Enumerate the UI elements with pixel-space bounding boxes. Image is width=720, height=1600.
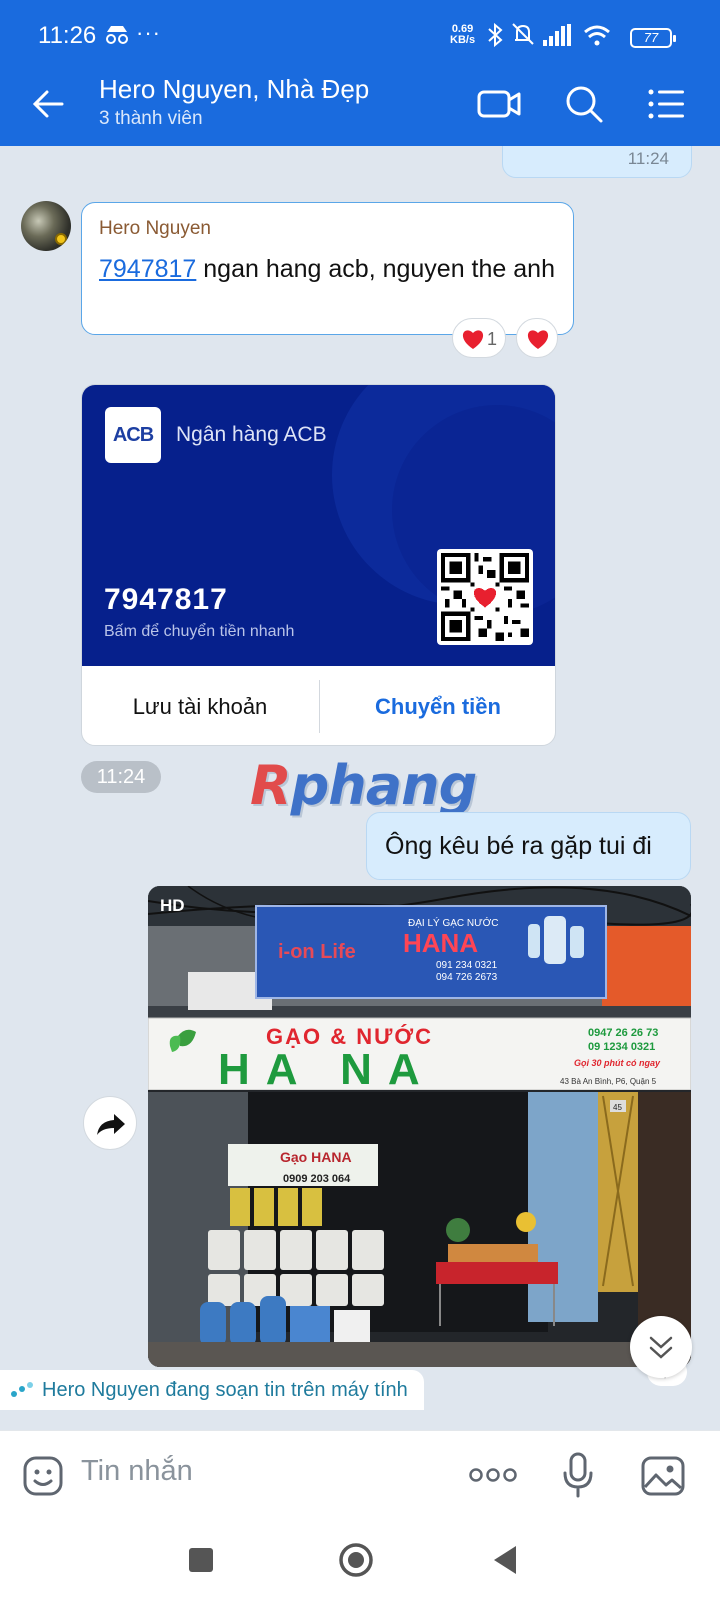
heart-icon	[527, 330, 549, 349]
microphone-icon[interactable]	[562, 1451, 594, 1499]
message-list[interactable]: 11:24 Hero Nguyen 7947817 ngan hang acb,…	[0, 146, 720, 1430]
svg-text:HANA: HANA	[403, 928, 478, 958]
svg-text:i-on Life: i-on Life	[278, 941, 356, 963]
photo-message[interactable]: i-on Life ĐẠI LÝ GẠC NƯỚC HANA 091 234 0…	[148, 886, 691, 1367]
more-options-icon[interactable]	[468, 1463, 518, 1487]
svg-text:09 1234 0321: 09 1234 0321	[588, 1041, 655, 1053]
back-button[interactable]	[490, 1540, 520, 1580]
message-composer: Tin nhắn	[0, 1430, 720, 1520]
qr-code[interactable]	[437, 549, 533, 645]
status-bar: 11:26 ··· 0.69 KB/s 77	[0, 0, 720, 62]
sender-name: Hero Nguyen	[99, 218, 211, 239]
network-speed: 0.69 KB/s	[450, 23, 476, 46]
double-chevron-down-icon	[649, 1336, 673, 1359]
react-button[interactable]	[516, 318, 558, 358]
signal-icon	[543, 24, 571, 46]
battery-indicator: 77	[630, 28, 676, 48]
svg-text:0909 203 064: 0909 203 064	[283, 1173, 351, 1185]
back-arrow-icon[interactable]	[30, 86, 66, 122]
reaction-count: 1	[487, 329, 498, 349]
save-account-button[interactable]: Lưu tài khoản	[82, 666, 318, 745]
heart-icon	[462, 330, 484, 349]
sticker-icon[interactable]	[22, 1455, 64, 1497]
status-more-icon: ···	[136, 20, 161, 45]
message-time: 11:24	[81, 761, 161, 793]
member-count[interactable]: 3 thành viên	[99, 108, 203, 130]
bank-account-card[interactable]: ACB Ngân hàng ACB 7947817 Bấm để chuyển …	[81, 384, 556, 746]
svg-text:43 Bà An Bình, P6, Quận 5: 43 Bà An Bình, P6, Quận 5	[560, 1077, 657, 1086]
key-badge-icon	[55, 233, 67, 245]
scroll-to-bottom-button[interactable]	[630, 1316, 692, 1378]
system-navigation-bar	[0, 1520, 720, 1600]
chat-title[interactable]: Hero Nguyen, Nhà Đẹp	[99, 74, 369, 105]
watermark-logo: Rphang	[250, 754, 477, 817]
status-icons	[488, 22, 610, 48]
forward-icon	[97, 1114, 125, 1135]
image-icon[interactable]	[640, 1455, 686, 1497]
typing-text: Hero Nguyen đang soạn tin trên máy tính	[42, 1379, 408, 1401]
transfer-money-button[interactable]: Chuyển tiền	[320, 666, 555, 745]
reaction-summary[interactable]: 1	[452, 318, 506, 358]
wifi-icon	[584, 25, 610, 46]
storefront-photo: i-on Life ĐẠI LÝ GẠC NƯỚC HANA 091 234 0…	[148, 886, 691, 1367]
previous-outgoing-bubble[interactable]: 11:24	[502, 146, 692, 178]
outgoing-message-bubble[interactable]: Ông kêu bé ra gặp tui đi	[366, 812, 691, 880]
svg-text:HA NA: HA NA	[218, 1045, 436, 1094]
svg-text:091 234 0321: 091 234 0321	[436, 960, 498, 971]
svg-text:45: 45	[613, 1103, 622, 1112]
bank-card-header[interactable]: ACB Ngân hàng ACB 7947817 Bấm để chuyển …	[82, 385, 555, 666]
recents-button[interactable]	[186, 1540, 216, 1580]
account-number-link[interactable]: 7947817	[99, 255, 196, 283]
bank-name: Ngân hàng ACB	[176, 423, 327, 446]
home-button[interactable]	[336, 1540, 376, 1580]
typing-indicator: Hero Nguyen đang soạn tin trên máy tính	[0, 1370, 424, 1410]
avatar[interactable]	[21, 201, 71, 251]
bluetooth-icon	[488, 22, 503, 48]
acb-logo: ACB	[105, 407, 161, 463]
video-call-icon[interactable]	[476, 82, 522, 126]
status-time: 11:26	[38, 22, 97, 49]
chat-header: Hero Nguyen, Nhà Đẹp 3 thành viên	[0, 62, 720, 146]
incoming-message-bubble[interactable]: Hero Nguyen 7947817 ngan hang acb, nguye…	[81, 202, 574, 335]
account-number: 7947817	[104, 583, 228, 616]
message-text: 7947817 ngan hang acb, nguyen the anh	[99, 255, 555, 283]
bank-card-actions: Lưu tài khoản Chuyển tiền	[82, 666, 555, 745]
svg-text:Gạo HANA: Gạo HANA	[280, 1149, 352, 1165]
svg-text:Gọi 30 phút có ngay: Gọi 30 phút có ngay	[574, 1058, 661, 1068]
incognito-icon	[106, 26, 128, 44]
message-time: 11:24	[627, 149, 669, 168]
menu-list-icon[interactable]	[644, 82, 690, 126]
search-icon[interactable]	[561, 82, 607, 126]
message-input[interactable]: Tin nhắn	[81, 1455, 193, 1488]
quick-transfer-hint: Bấm để chuyển tiền nhanh	[104, 623, 295, 640]
svg-text:0947 26 26 73: 0947 26 26 73	[588, 1027, 658, 1039]
share-button[interactable]	[83, 1096, 137, 1150]
mute-icon	[512, 23, 534, 45]
typing-dots-icon	[11, 1382, 33, 1397]
hd-badge: HD	[160, 896, 185, 915]
svg-text:094 726 2673: 094 726 2673	[436, 972, 498, 983]
